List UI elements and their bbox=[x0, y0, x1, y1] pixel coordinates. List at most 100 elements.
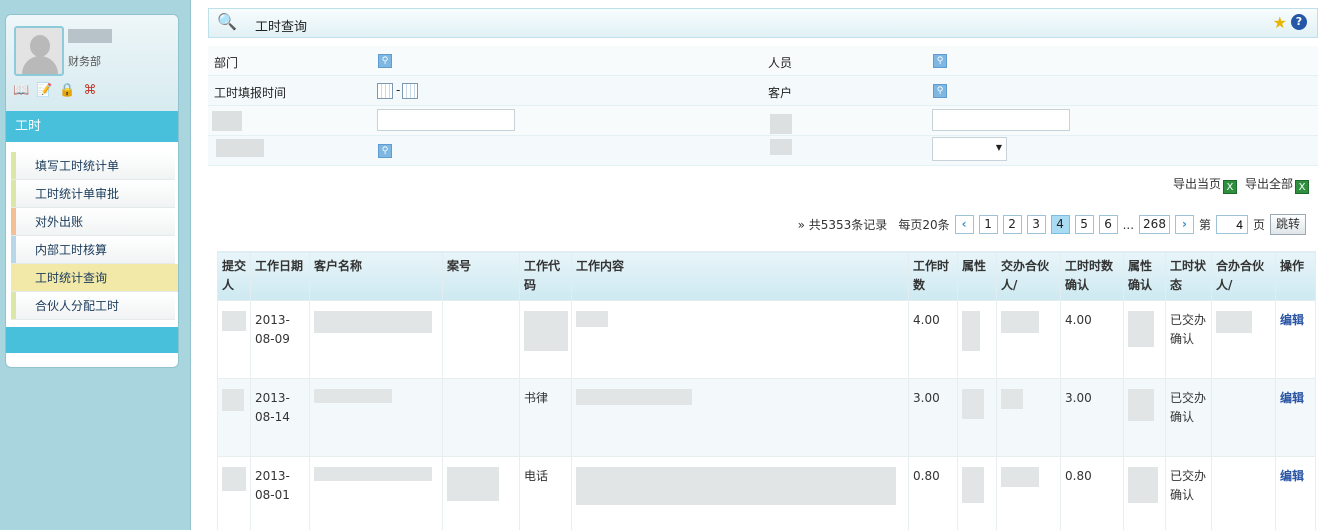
column-header[interactable]: 提交人 bbox=[217, 251, 251, 301]
work-date-cell: 2013-08-14 bbox=[250, 378, 310, 457]
column-header[interactable]: 工作内容 bbox=[571, 251, 909, 301]
avatar[interactable] bbox=[14, 26, 64, 76]
menu-color-tag bbox=[11, 264, 16, 291]
export-bar: 导出当页 X 导出全部 X bbox=[1173, 175, 1309, 194]
start-date-calendar-icon[interactable] bbox=[377, 83, 393, 99]
co-partner-cell bbox=[1211, 456, 1276, 530]
module-header[interactable]: 工时 bbox=[6, 111, 178, 142]
column-header[interactable]: 合办合伙人/ bbox=[1211, 251, 1276, 301]
person-lookup-icon[interactable]: ⚲ bbox=[933, 54, 947, 68]
work-code-cell bbox=[519, 300, 572, 379]
column-header[interactable]: 工时时数确认 bbox=[1060, 251, 1124, 301]
redacted-value bbox=[222, 389, 244, 411]
redacted-value bbox=[314, 467, 432, 481]
work-code-cell: 书律 bbox=[519, 378, 572, 457]
client-lookup-icon[interactable]: ⚲ bbox=[933, 84, 947, 98]
export-all-label: 导出全部 bbox=[1244, 177, 1293, 191]
page-button[interactable]: 6 bbox=[1098, 215, 1118, 234]
results-table: 提交人 工作日期 客户名称 案号 工作代码 工作内容 工作时数 属性 交办合伙人… bbox=[217, 251, 1316, 530]
column-header[interactable]: 工时状态 bbox=[1165, 251, 1212, 301]
redacted-value bbox=[962, 389, 984, 419]
work-hours-cell: 3.00 bbox=[908, 378, 958, 457]
form-row: 工时填报时间 - 客户 ⚲ bbox=[208, 76, 1318, 106]
user-department: 财务部 bbox=[68, 55, 101, 68]
work-hours-cell: 4.00 bbox=[908, 300, 958, 379]
filter-select[interactable] bbox=[932, 137, 1007, 161]
book-icon[interactable]: 📖 bbox=[13, 83, 29, 99]
sidebar-item-timesheet-approval[interactable]: 工时统计单审批 bbox=[11, 180, 175, 208]
column-header[interactable]: 案号 bbox=[442, 251, 520, 301]
work-code-cell: 电话 bbox=[519, 456, 572, 530]
submitter-cell bbox=[217, 378, 251, 457]
confirmed-hours-cell: 0.80 bbox=[1060, 456, 1124, 530]
prev-page-button[interactable]: ‹ bbox=[954, 215, 974, 234]
case-number-cell bbox=[442, 300, 520, 379]
column-header[interactable]: 属性确认 bbox=[1123, 251, 1166, 301]
last-page-button[interactable]: 268 bbox=[1139, 215, 1170, 234]
sidebar-item-external-billing[interactable]: 对外出账 bbox=[11, 208, 175, 236]
work-date-cell: 2013-08-09 bbox=[250, 300, 310, 379]
sidebar-item-label: 合伙人分配工时 bbox=[35, 299, 120, 313]
column-header[interactable]: 工作时数 bbox=[908, 251, 958, 301]
redacted-value bbox=[1001, 389, 1023, 409]
column-header[interactable]: 属性 bbox=[957, 251, 997, 301]
co-partner-cell bbox=[1211, 378, 1276, 457]
sidebar-footer-bar bbox=[6, 327, 178, 353]
hour-status-cell: 已交办确认 bbox=[1165, 300, 1212, 379]
user-name-redacted bbox=[68, 29, 112, 43]
edit-link[interactable]: 编辑 bbox=[1275, 300, 1316, 379]
help-icon[interactable]: ? bbox=[1291, 14, 1307, 30]
edit-note-icon[interactable]: 📝 bbox=[36, 83, 52, 99]
case-number-input[interactable] bbox=[377, 109, 515, 131]
page-button[interactable]: 5 bbox=[1074, 215, 1094, 234]
column-header[interactable]: 操作 bbox=[1275, 251, 1316, 301]
next-page-button[interactable]: › bbox=[1174, 215, 1194, 234]
dept-label: 部门 bbox=[214, 56, 239, 70]
edit-link[interactable]: 编辑 bbox=[1275, 456, 1316, 530]
table-row[interactable]: 2013-08-01 电话 0.80 0.80 已交办确认 编辑 bbox=[217, 456, 1316, 530]
column-header[interactable]: 客户名称 bbox=[309, 251, 443, 301]
org-chart-icon[interactable]: ⌘ bbox=[82, 83, 98, 99]
lock-icon[interactable]: 🔒 bbox=[59, 83, 75, 99]
sidebar-item-timesheet-query[interactable]: 工时统计查询 bbox=[11, 264, 178, 292]
end-date-calendar-icon[interactable] bbox=[402, 83, 418, 99]
redacted-value bbox=[222, 311, 246, 331]
sidebar-item-fill-timesheet[interactable]: 填写工时统计单 bbox=[11, 152, 175, 180]
export-all-link[interactable]: 导出全部 X bbox=[1245, 175, 1309, 194]
per-page-label: 每页20条 bbox=[898, 218, 950, 232]
page-button[interactable]: 2 bbox=[1002, 215, 1022, 234]
column-header[interactable]: 工作日期 bbox=[250, 251, 310, 301]
export-current-page-link[interactable]: 导出当页 X bbox=[1173, 175, 1237, 194]
filter-text-input[interactable] bbox=[932, 109, 1070, 131]
sidebar-item-partner-allocation[interactable]: 合伙人分配工时 bbox=[11, 292, 175, 320]
column-header[interactable]: 工作代码 bbox=[519, 251, 572, 301]
table-row[interactable]: 2013-08-14 书律 3.00 3.00 已交办确认 编辑 bbox=[217, 378, 1316, 457]
sidebar-item-label: 内部工时核算 bbox=[35, 243, 108, 257]
assigning-partner-cell bbox=[996, 456, 1061, 530]
query-form: 部门 ⚲ 人员 ⚲ 工时填报时间 - 客户 ⚲ ⚲ bbox=[208, 46, 1318, 166]
form-row bbox=[208, 106, 1318, 136]
date-range-separator: - bbox=[396, 83, 401, 97]
sidebar-item-label: 工时统计查询 bbox=[35, 271, 108, 285]
favorite-star-icon[interactable]: ★ bbox=[1273, 13, 1287, 32]
menu-color-tag bbox=[11, 180, 16, 207]
page-button[interactable]: 1 bbox=[978, 215, 998, 234]
attribute-cell bbox=[957, 378, 997, 457]
menu-color-tag bbox=[11, 152, 16, 179]
sidebar-item-label: 对外出账 bbox=[35, 215, 84, 229]
client-name-cell bbox=[309, 456, 443, 530]
redacted-value bbox=[314, 389, 392, 403]
redacted-value bbox=[576, 311, 608, 327]
filter-lookup-icon[interactable]: ⚲ bbox=[378, 144, 392, 158]
sidebar-item-internal-accounting[interactable]: 内部工时核算 bbox=[11, 236, 175, 264]
jump-button[interactable]: 跳转 bbox=[1269, 214, 1306, 235]
dept-lookup-icon[interactable]: ⚲ bbox=[378, 54, 392, 68]
page-ellipsis: ... bbox=[1122, 217, 1135, 232]
column-header[interactable]: 交办合伙人/ bbox=[996, 251, 1061, 301]
edit-link[interactable]: 编辑 bbox=[1275, 378, 1316, 457]
current-page-button[interactable]: 4 bbox=[1050, 215, 1070, 234]
page-number-input[interactable] bbox=[1215, 215, 1248, 234]
page-button[interactable]: 3 bbox=[1026, 215, 1046, 234]
table-row[interactable]: 2013-08-09 4.00 4.00 已交办确认 编辑 bbox=[217, 300, 1316, 379]
work-content-cell bbox=[571, 300, 909, 379]
